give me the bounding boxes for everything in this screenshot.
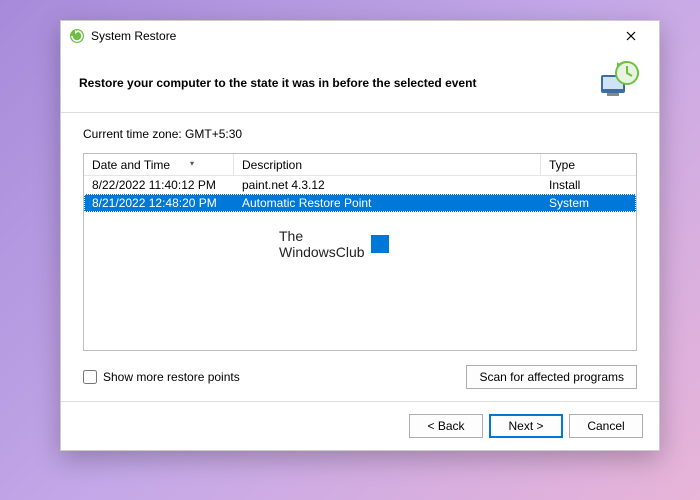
sort-desc-icon: ▾ (190, 159, 194, 168)
timezone-label: Current time zone: GMT+5:30 (83, 127, 637, 141)
titlebar: System Restore (61, 21, 659, 51)
show-more-label: Show more restore points (103, 370, 240, 384)
show-more-checkbox-input[interactable] (83, 370, 97, 384)
cell-type: System (541, 195, 636, 211)
show-more-checkbox[interactable]: Show more restore points (83, 370, 240, 384)
cancel-button[interactable]: Cancel (569, 414, 643, 438)
back-button[interactable]: < Back (409, 414, 483, 438)
col-desc-header[interactable]: Description (234, 154, 541, 175)
watermark: The WindowsClub (279, 228, 389, 260)
cell-desc: paint.net 4.3.12 (234, 177, 541, 193)
close-icon (626, 31, 636, 41)
close-button[interactable] (611, 22, 651, 50)
scan-affected-button[interactable]: Scan for affected programs (466, 365, 637, 389)
header: Restore your computer to the state it wa… (61, 51, 659, 113)
cell-type: Install (541, 177, 636, 193)
table-row[interactable]: 8/22/2022 11:40:12 PM paint.net 4.3.12 I… (84, 176, 636, 194)
system-restore-dialog: System Restore Restore your computer to … (60, 20, 660, 451)
next-button[interactable]: Next > (489, 414, 563, 438)
table-row[interactable]: 8/21/2022 12:48:20 PM Automatic Restore … (84, 194, 636, 212)
below-table-row: Show more restore points Scan for affect… (83, 365, 637, 389)
restore-points-table[interactable]: Date and Time ▾ Description Type 8/22/20… (83, 153, 637, 351)
cell-date: 8/22/2022 11:40:12 PM (84, 177, 234, 193)
cell-desc: Automatic Restore Point (234, 195, 541, 211)
cell-date: 8/21/2022 12:48:20 PM (84, 195, 234, 211)
col-date-header[interactable]: Date and Time ▾ (84, 154, 234, 175)
restore-hero-icon (597, 59, 641, 103)
watermark-square-icon (371, 235, 389, 253)
restore-icon (69, 28, 85, 44)
window-title: System Restore (91, 29, 611, 43)
table-header: Date and Time ▾ Description Type (84, 154, 636, 176)
content-area: Current time zone: GMT+5:30 Date and Tim… (61, 113, 659, 401)
footer: < Back Next > Cancel (61, 401, 659, 450)
page-heading: Restore your computer to the state it wa… (79, 76, 476, 90)
col-type-header[interactable]: Type (541, 154, 636, 175)
